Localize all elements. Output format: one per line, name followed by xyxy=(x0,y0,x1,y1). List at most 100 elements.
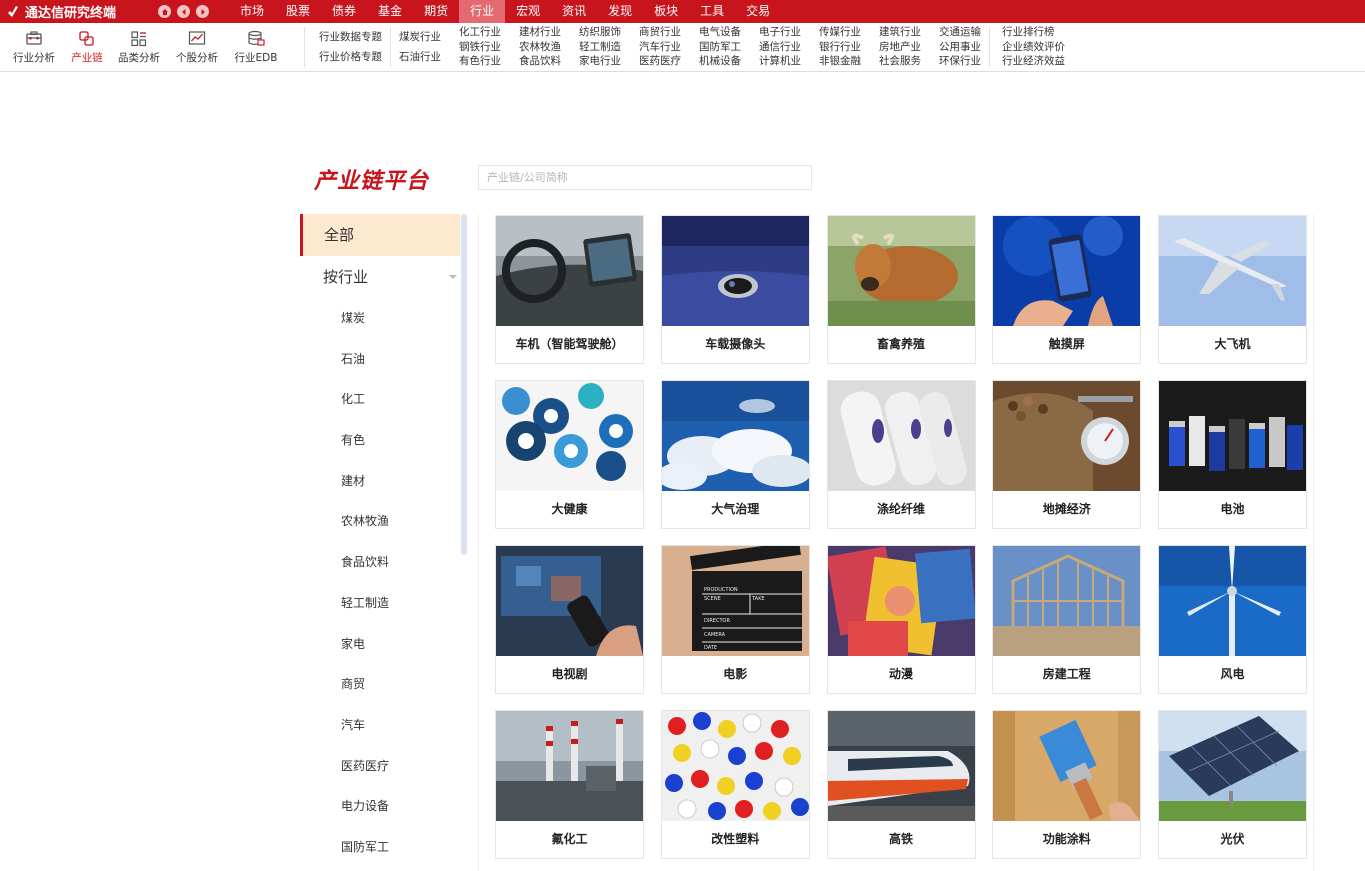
sidebar-item[interactable]: 食品饮料 xyxy=(300,542,460,583)
menu-item[interactable]: 股票 xyxy=(275,0,321,23)
industry-link[interactable]: 有色行业 xyxy=(459,54,501,69)
industry-card[interactable]: 触摸屏 xyxy=(992,215,1142,364)
industry-column: 煤炭行业 石油行业 xyxy=(399,25,441,69)
tool-chain-button[interactable]: 产业链 xyxy=(64,23,110,72)
industry-card[interactable]: 大气治理 xyxy=(660,380,810,529)
industry-link[interactable]: 机械设备 xyxy=(699,54,741,69)
rank-link[interactable]: 行业经济效益 xyxy=(1002,54,1065,69)
industry-link[interactable]: 计算机业 xyxy=(759,54,801,69)
industry-card[interactable]: 高铁 xyxy=(826,710,976,859)
menu-item[interactable]: 工具 xyxy=(689,0,735,23)
industry-card[interactable]: 地摊经济 xyxy=(992,380,1142,529)
industry-card[interactable]: 涤纶纤维 xyxy=(826,380,976,529)
industry-link[interactable]: 非银金融 xyxy=(819,54,861,69)
industry-link[interactable]: 轻工制造 xyxy=(579,40,621,55)
sidebar-item[interactable]: 医药医疗 xyxy=(300,746,460,787)
industry-link[interactable]: 食品饮料 xyxy=(519,54,561,69)
sidebar-item[interactable]: 轻工制造 xyxy=(300,583,460,624)
sidebar-item[interactable]: 国防军工 xyxy=(300,827,460,868)
card-image xyxy=(1159,381,1306,491)
industry-link[interactable]: 煤炭行业 xyxy=(399,27,441,47)
industry-card[interactable]: 畜禽养殖 xyxy=(826,215,976,364)
menu-item[interactable]: 发现 xyxy=(597,0,643,23)
menu-item[interactable]: 行业 xyxy=(459,0,506,23)
industry-link[interactable]: 电气设备 xyxy=(699,25,741,40)
industry-link[interactable]: 电子行业 xyxy=(759,25,801,40)
sidebar-group-by-industry[interactable]: 按行业 xyxy=(300,256,460,298)
tool-grid-button[interactable]: 品类分析 xyxy=(110,23,168,72)
industry-link[interactable]: 商贸行业 xyxy=(639,25,681,40)
industry-link[interactable]: 通信行业 xyxy=(759,40,801,55)
menu-item[interactable]: 资讯 xyxy=(551,0,597,23)
industry-card[interactable]: 改性塑料 xyxy=(660,710,810,859)
topic-link[interactable]: 行业价格专题 xyxy=(319,47,382,67)
menu-item[interactable]: 板块 xyxy=(643,0,689,23)
rank-link[interactable]: 企业绩效评价 xyxy=(1002,40,1065,55)
menu-item[interactable]: 宏观 xyxy=(505,0,551,23)
menu-item[interactable]: 交易 xyxy=(735,0,781,23)
tool-database-button[interactable]: 行业EDB xyxy=(226,23,286,72)
industry-link[interactable]: 公用事业 xyxy=(939,40,981,55)
industry-link[interactable]: 医药医疗 xyxy=(639,54,681,69)
home-icon[interactable] xyxy=(158,5,171,18)
topic-link[interactable]: 行业数据专题 xyxy=(319,27,382,47)
sidebar-item[interactable]: 化工 xyxy=(300,379,460,420)
industry-card[interactable]: 房建工程 xyxy=(992,545,1142,694)
industry-link[interactable]: 纺织服饰 xyxy=(579,25,621,40)
tool-toolbox-button[interactable]: 行业分析 xyxy=(4,23,64,72)
sidebar-item[interactable]: 电力设备 xyxy=(300,786,460,827)
industry-link[interactable]: 银行行业 xyxy=(819,40,861,55)
industry-card[interactable]: 电池 xyxy=(1158,380,1307,529)
forward-icon[interactable] xyxy=(196,5,209,18)
menu-item[interactable]: 期货 xyxy=(413,0,459,23)
sidebar-item[interactable]: 建材 xyxy=(300,461,460,502)
industry-link[interactable]: 国防军工 xyxy=(699,40,741,55)
tool-line-chart-button[interactable]: 个股分析 xyxy=(168,23,226,72)
card-image: PRODUCTION SCENE TAKE DIRECTOR CAMERA DATE xyxy=(661,546,809,656)
sidebar-item[interactable]: 商贸 xyxy=(300,664,460,705)
industry-link[interactable]: 交通运输 xyxy=(939,25,981,40)
industry-link[interactable]: 房地产业 xyxy=(879,40,921,55)
industry-card[interactable]: 氟化工 xyxy=(495,710,644,859)
industry-link[interactable]: 环保行业 xyxy=(939,54,981,69)
industry-link[interactable]: 石油行业 xyxy=(399,47,441,67)
sidebar-item[interactable]: 农林牧渔 xyxy=(300,501,460,542)
sidebar-item-all[interactable]: 全部 xyxy=(300,214,460,256)
industry-link[interactable]: 汽车行业 xyxy=(639,40,681,55)
sidebar-item[interactable]: 汽车 xyxy=(300,705,460,746)
menu-item[interactable]: 债券 xyxy=(321,0,367,23)
back-icon[interactable] xyxy=(177,5,190,18)
industry-link[interactable]: 化工行业 xyxy=(459,25,501,40)
industry-link[interactable]: 社会服务 xyxy=(879,54,921,69)
sidebar-item[interactable]: 家电 xyxy=(300,624,460,665)
rank-link[interactable]: 行业排行榜 xyxy=(1002,25,1065,40)
industry-card[interactable]: 风电 xyxy=(1158,545,1307,694)
search-input[interactable] xyxy=(478,165,812,190)
sidebar-item[interactable]: 煤炭 xyxy=(300,298,460,339)
industry-link[interactable]: 建筑行业 xyxy=(879,25,921,40)
industry-link[interactable]: 传媒行业 xyxy=(819,25,861,40)
industry-link[interactable]: 农林牧渔 xyxy=(519,40,561,55)
industry-link[interactable]: 建材行业 xyxy=(519,25,561,40)
industry-card[interactable]: 大健康 xyxy=(495,380,644,529)
industry-card[interactable]: 动漫 xyxy=(826,545,976,694)
industry-link[interactable]: 家电行业 xyxy=(579,54,621,69)
industry-card[interactable]: PRODUCTION SCENE TAKE DIRECTOR CAMERA DATE 电影 xyxy=(660,545,810,694)
industry-card[interactable]: 车载摄像头 xyxy=(660,215,810,364)
industry-card[interactable]: 车机（智能驾驶舱） xyxy=(495,215,644,364)
sidebar-scrollbar[interactable] xyxy=(461,214,467,555)
sidebar-item[interactable]: 有色 xyxy=(300,420,460,461)
toolbar-divider xyxy=(989,27,990,67)
industry-card[interactable]: 功能涂料 xyxy=(992,710,1142,859)
industry-link[interactable]: 钢铁行业 xyxy=(459,40,501,55)
tool-label: 个股分析 xyxy=(176,52,218,64)
industry-card[interactable]: 大飞机 xyxy=(1158,215,1307,364)
sidebar-item[interactable]: 石油 xyxy=(300,339,460,380)
comics-image xyxy=(827,546,975,656)
menu-item[interactable]: 基金 xyxy=(367,0,413,23)
industry-card[interactable]: 光伏 xyxy=(1158,710,1307,859)
app-logo: 通达信研究终端 xyxy=(0,2,150,21)
menu-item[interactable]: 市场 xyxy=(229,0,275,23)
industry-card[interactable]: 电视剧 xyxy=(495,545,644,694)
card-label: 触摸屏 xyxy=(1048,337,1085,351)
